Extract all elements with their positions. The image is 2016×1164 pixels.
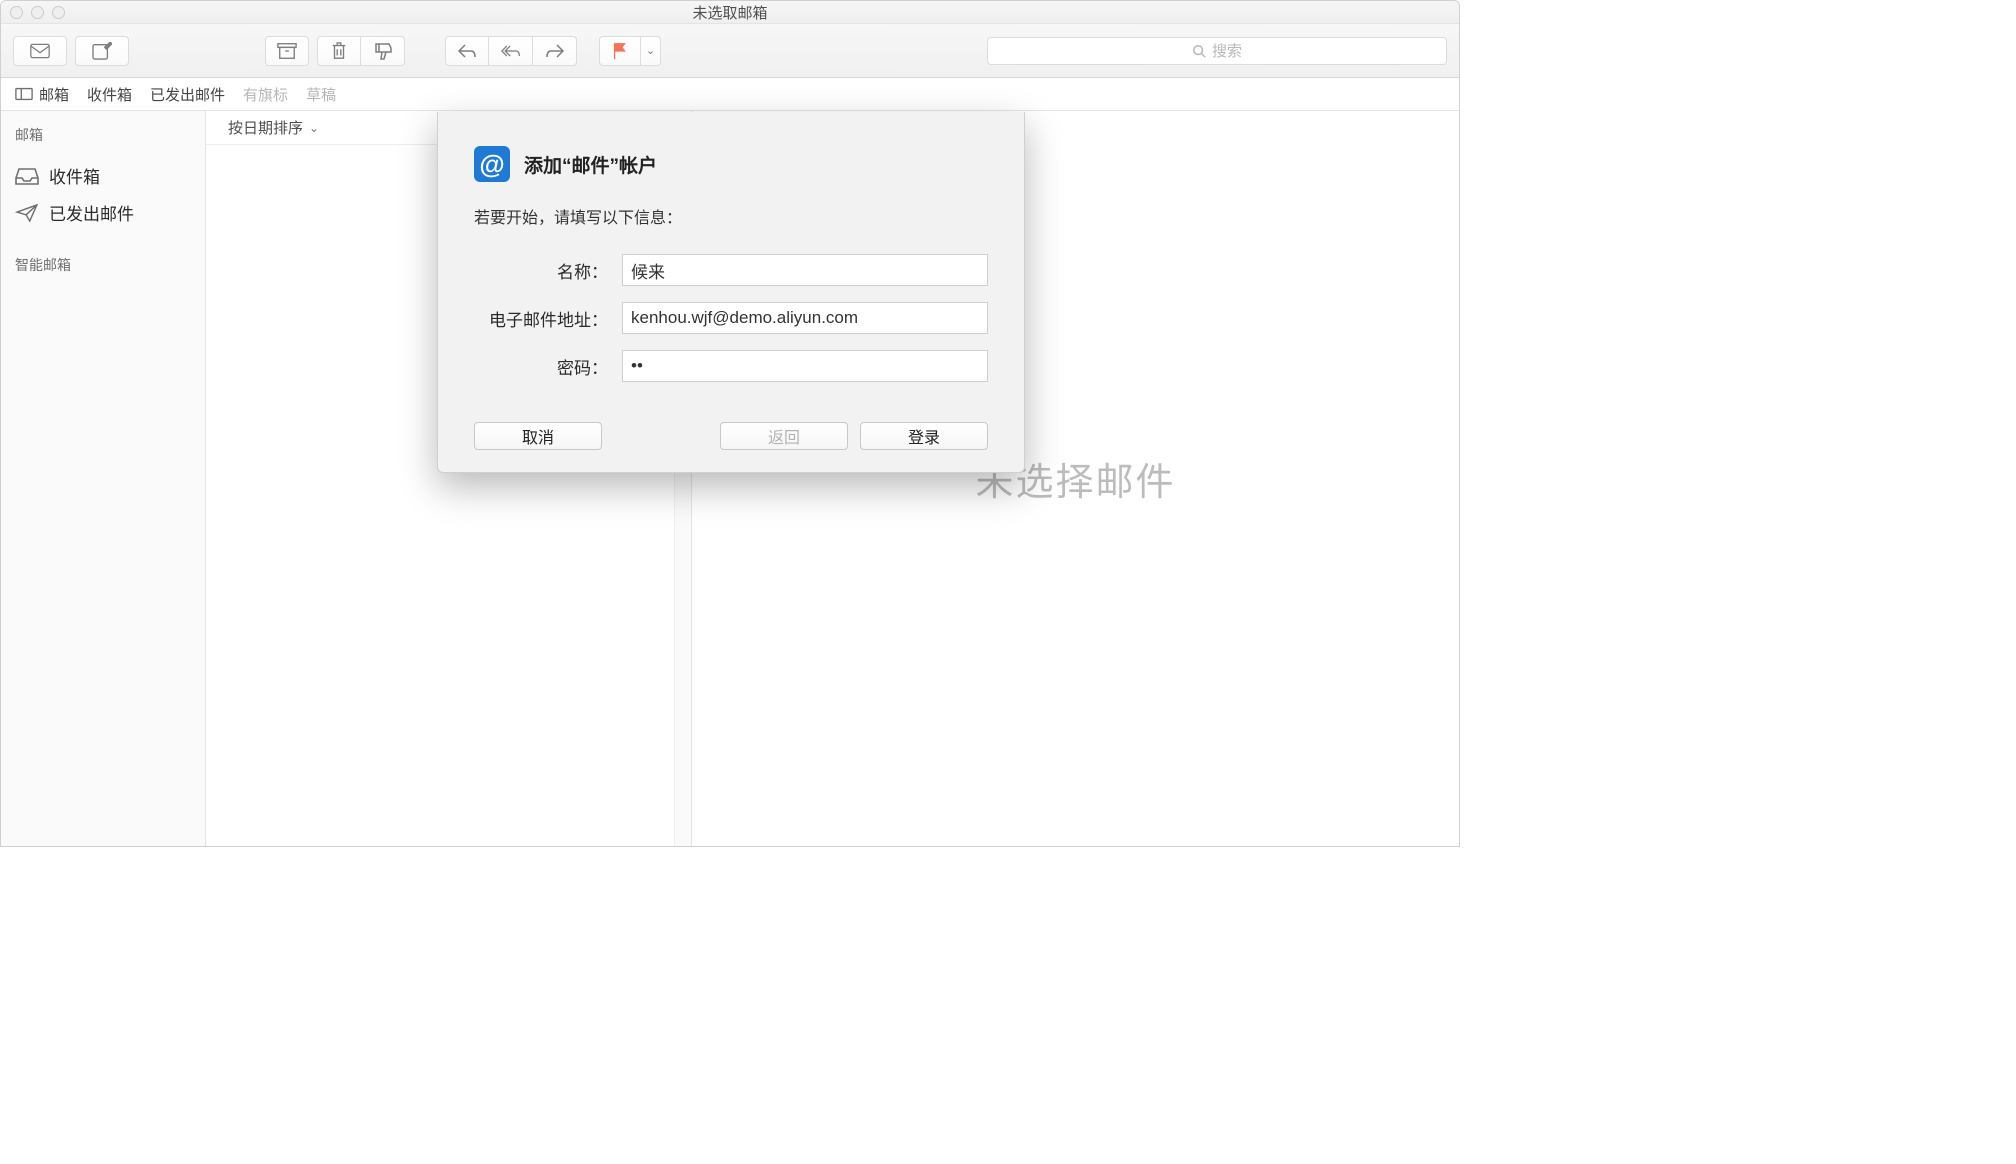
password-field[interactable]: [622, 350, 988, 382]
search-icon: [1192, 44, 1206, 58]
dialog-subtitle: 若要开始，请填写以下信息：: [474, 204, 988, 228]
archive-button[interactable]: [265, 36, 309, 66]
back-button: 返回: [720, 422, 848, 450]
reply-icon: [457, 42, 477, 60]
favbar-sent[interactable]: 已发出邮件: [150, 84, 225, 105]
junk-button[interactable]: [361, 36, 405, 66]
favbar-drafts[interactable]: 草稿: [306, 84, 336, 105]
password-label: 密码：: [474, 354, 622, 379]
toolbar: ⌄ 搜索: [1, 24, 1459, 78]
sidebar-section-mailboxes: 邮箱: [15, 125, 205, 145]
trash-icon: [329, 42, 349, 60]
sort-label: 按日期排序: [228, 117, 303, 138]
sidebar: 邮箱 收件箱 已发出邮件 智能邮箱: [1, 111, 206, 846]
flag-button[interactable]: [599, 36, 641, 66]
login-button[interactable]: 登录: [860, 422, 988, 450]
window-controls: [10, 6, 65, 19]
email-label: 电子邮件地址：: [474, 306, 622, 331]
email-field[interactable]: [622, 302, 988, 334]
app-window: 未选取邮箱: [0, 0, 1460, 847]
reply-all-icon: [501, 42, 521, 60]
chevron-down-icon: ⌄: [646, 44, 655, 57]
at-sign-icon: @: [474, 146, 510, 182]
cancel-button[interactable]: 取消: [474, 422, 602, 450]
reply-all-button[interactable]: [489, 36, 533, 66]
delete-button[interactable]: [317, 36, 361, 66]
close-window-button[interactable]: [10, 6, 23, 19]
zoom-window-button[interactable]: [52, 6, 65, 19]
inbox-icon: [15, 167, 39, 185]
paper-plane-icon: [15, 204, 39, 222]
compose-button[interactable]: [75, 36, 129, 66]
sidebar-item-label: 收件箱: [49, 163, 100, 188]
mailboxes-toggle[interactable]: 邮箱: [15, 84, 69, 105]
forward-button[interactable]: [533, 36, 577, 66]
favbar-inbox[interactable]: 收件箱: [87, 84, 132, 105]
sidebar-toggle-icon: [15, 87, 33, 101]
titlebar: 未选取邮箱: [1, 1, 1459, 24]
flag-menu-button[interactable]: ⌄: [641, 36, 661, 66]
favorites-bar: 邮箱 收件箱 已发出邮件 有旗标 草稿: [1, 78, 1459, 111]
search-input[interactable]: 搜索: [987, 37, 1447, 65]
name-label: 名称：: [474, 258, 622, 283]
add-account-dialog: @ 添加“邮件”帐户 若要开始，请填写以下信息： 名称： 电子邮件地址： 密码：…: [437, 112, 1025, 473]
flag-icon: [610, 42, 630, 60]
minimize-window-button[interactable]: [31, 6, 44, 19]
dialog-title: 添加“邮件”帐户: [524, 151, 657, 178]
sidebar-item-inbox[interactable]: 收件箱: [15, 157, 205, 194]
reply-button[interactable]: [445, 36, 489, 66]
sidebar-item-label: 已发出邮件: [49, 200, 134, 225]
sidebar-item-sent[interactable]: 已发出邮件: [15, 194, 205, 231]
window-title: 未选取邮箱: [1, 2, 1459, 23]
name-field[interactable]: [622, 254, 988, 286]
favbar-mailboxes-label: 邮箱: [39, 84, 69, 105]
search-placeholder: 搜索: [1212, 40, 1242, 61]
forward-icon: [545, 42, 565, 60]
envelope-icon: [30, 42, 50, 60]
thumbs-down-icon: [373, 42, 393, 60]
sidebar-section-smart: 智能邮箱: [15, 255, 205, 275]
favbar-flagged[interactable]: 有旗标: [243, 84, 288, 105]
chevron-down-icon: ⌄: [309, 121, 319, 135]
compose-icon: [92, 42, 112, 60]
get-mail-button[interactable]: [13, 36, 67, 66]
archive-icon: [277, 42, 297, 60]
